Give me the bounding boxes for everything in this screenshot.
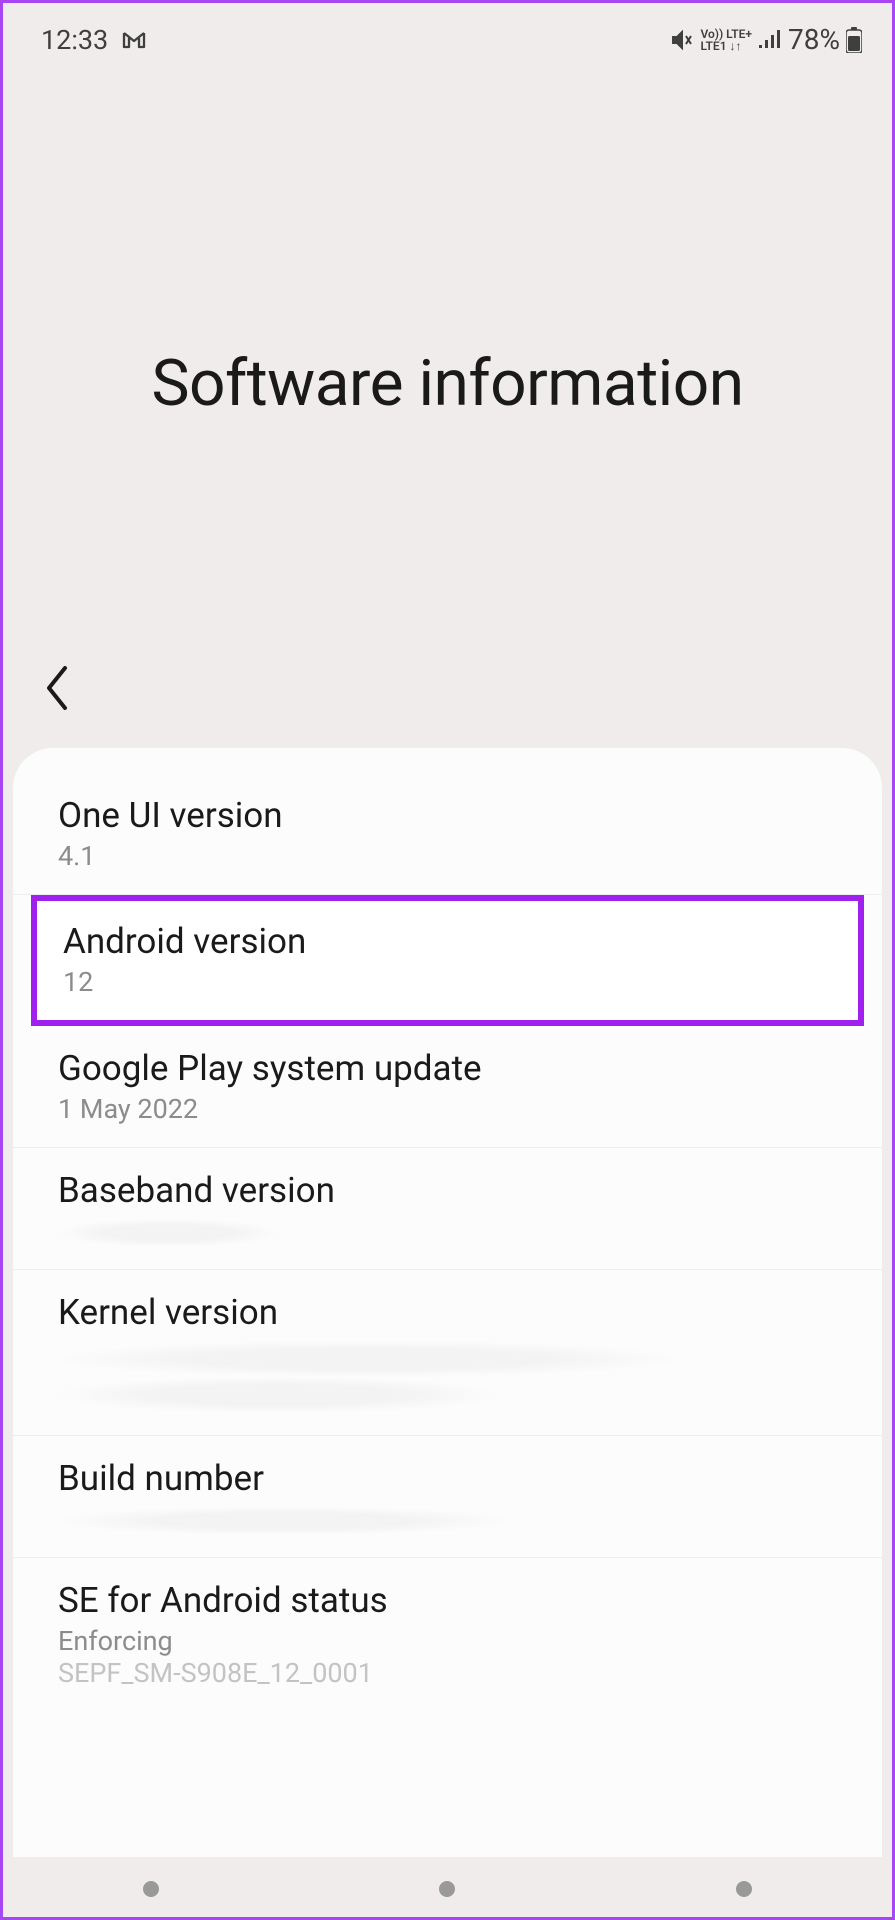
nav-recents[interactable]	[143, 1881, 159, 1897]
list-item-build[interactable]: Build number	[13, 1436, 882, 1558]
item-title: SE for Android status	[58, 1580, 837, 1621]
item-title: One UI version	[58, 795, 837, 836]
list-item-kernel[interactable]: Kernel version	[13, 1270, 882, 1436]
settings-list: One UI version 4.1 Android version 12 Go…	[13, 748, 882, 1857]
list-item-android-version[interactable]: Android version 12	[31, 895, 864, 1026]
back-button[interactable]	[43, 663, 83, 713]
item-value-2: SEPF_SM-S908E_12_0001	[58, 1657, 837, 1689]
item-title: Google Play system update	[58, 1048, 837, 1089]
page-title: Software information	[3, 346, 892, 421]
gmail-icon	[122, 31, 146, 49]
item-title: Baseband version	[58, 1170, 837, 1211]
item-value: 1 May 2022	[58, 1093, 837, 1125]
status-time: 12:33	[41, 24, 108, 56]
redacted-value	[58, 1341, 678, 1377]
item-title: Build number	[58, 1458, 837, 1499]
lte-indicator: Vo)) LTE+ LTE1 ↓↑	[700, 28, 752, 52]
item-value: Enforcing	[58, 1625, 837, 1657]
chevron-left-icon	[43, 663, 73, 713]
status-left: 12:33	[41, 24, 146, 56]
nav-home[interactable]	[439, 1881, 455, 1897]
navigation-bar	[3, 1881, 892, 1897]
status-right: Vo)) LTE+ LTE1 ↓↑ 78%	[670, 23, 862, 56]
battery-icon	[846, 27, 862, 53]
item-title: Android version	[63, 921, 832, 962]
status-bar: 12:33 Vo)) LTE+ LTE1 ↓↑ 78%	[3, 3, 892, 66]
item-title: Kernel version	[58, 1292, 837, 1333]
list-item-baseband[interactable]: Baseband version	[13, 1148, 882, 1270]
item-value: 4.1	[58, 840, 837, 872]
list-item-one-ui[interactable]: One UI version 4.1	[13, 773, 882, 895]
item-value: 12	[63, 966, 832, 998]
nav-back[interactable]	[736, 1881, 752, 1897]
battery-percent: 78%	[788, 23, 840, 56]
mute-icon	[670, 28, 694, 52]
signal-icon	[758, 30, 782, 50]
redacted-value	[58, 1219, 278, 1247]
list-item-play-update[interactable]: Google Play system update 1 May 2022	[13, 1026, 882, 1148]
redacted-value	[58, 1507, 508, 1535]
list-item-se-status[interactable]: SE for Android status Enforcing SEPF_SM-…	[13, 1558, 882, 1711]
redacted-value	[58, 1377, 498, 1413]
